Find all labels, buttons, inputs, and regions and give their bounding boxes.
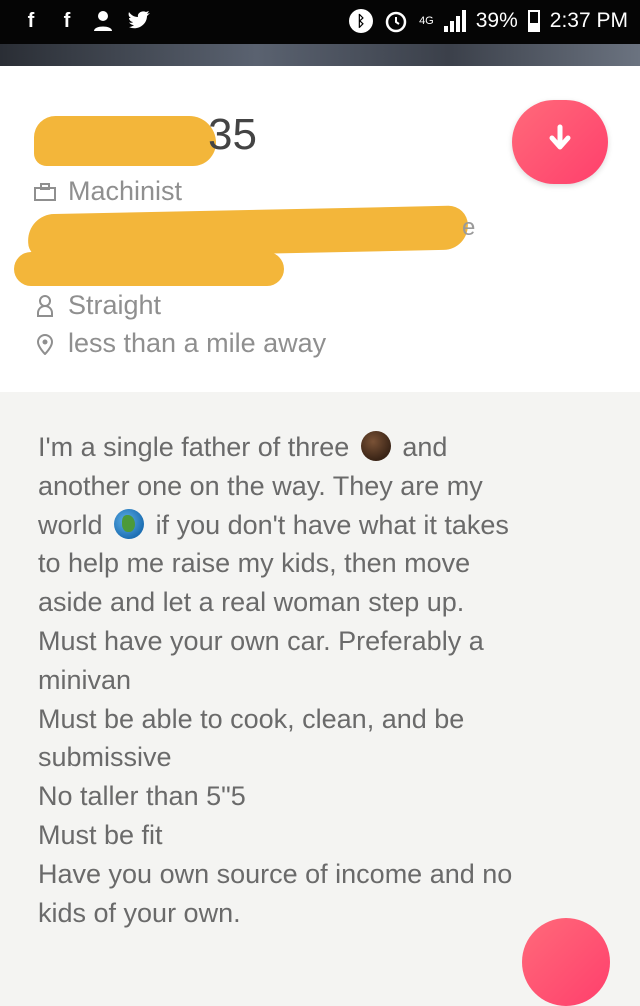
job-title: Machinist	[68, 176, 183, 206]
bio-text: and	[402, 432, 448, 462]
job-row: Machinist	[34, 176, 182, 207]
person-icon	[34, 294, 56, 317]
bio-line: Must have your own car. Preferably a	[38, 625, 484, 656]
distance: less than a mile away	[68, 328, 327, 358]
clock: 2:37 PM	[549, 9, 628, 32]
profile-bio: I'm a single father of three and another…	[38, 428, 598, 932]
battery-percent: 39%	[475, 9, 518, 32]
signal-icon	[443, 10, 466, 32]
orientation: Straight	[68, 290, 162, 320]
bio-text: I'm a single father of three	[38, 432, 350, 462]
arrow-down-icon	[549, 124, 571, 150]
bio-line: aside and let a real woman step up.	[38, 587, 465, 618]
bio-text: world	[38, 509, 103, 540]
battery-icon	[527, 10, 540, 32]
name-redaction	[34, 116, 216, 166]
network-type: 4G	[419, 15, 434, 27]
edit-button[interactable]	[522, 918, 610, 1006]
redacted-text-fragment: e	[462, 214, 476, 241]
globe-emoji-icon	[114, 508, 145, 539]
location-pin-icon	[34, 333, 56, 355]
school-redaction	[27, 205, 469, 259]
collapse-profile-button[interactable]	[512, 100, 608, 184]
bio-line: kids of your own.	[38, 897, 241, 928]
alarm-icon	[383, 8, 409, 34]
notification-icons: f f	[18, 8, 152, 34]
bio-line: submissive	[38, 742, 172, 773]
twitter-icon	[126, 8, 152, 34]
bio-line: I'm a single father of three and	[38, 428, 598, 467]
profile-photo-edge	[0, 44, 640, 66]
bio-text: if you don't have what it takes	[155, 509, 509, 540]
profile-age: 35	[208, 110, 257, 159]
status-bar: f f ᛒ 4G 39% 2:37 PM	[0, 0, 640, 44]
bio-line: to help me raise my kids, then move	[38, 548, 471, 579]
profile-notification-icon	[90, 8, 116, 34]
bio-line: world if you don't have what it takes	[38, 506, 598, 545]
bluetooth-icon: ᛒ	[349, 9, 374, 33]
system-indicators: ᛒ 4G 39% 2:37 PM	[349, 8, 628, 34]
bio-line: Have you own source of income and no	[38, 858, 513, 889]
bio-line: No taller than 5"5	[38, 781, 246, 812]
bio-line: Must be able to cook, clean, and be	[38, 703, 465, 734]
orientation-row: Straight	[34, 290, 161, 321]
bio-line: minivan	[38, 664, 132, 695]
facebook-icon: f	[63, 9, 71, 32]
bio-line: another one on the way. They are my	[38, 470, 483, 501]
facebook-icon: f	[27, 9, 35, 32]
distance-row: less than a mile away	[34, 328, 326, 359]
city-redaction	[14, 252, 284, 286]
briefcase-icon	[34, 181, 56, 203]
bio-line: Must be fit	[38, 819, 163, 850]
baby-emoji-icon	[360, 431, 391, 461]
